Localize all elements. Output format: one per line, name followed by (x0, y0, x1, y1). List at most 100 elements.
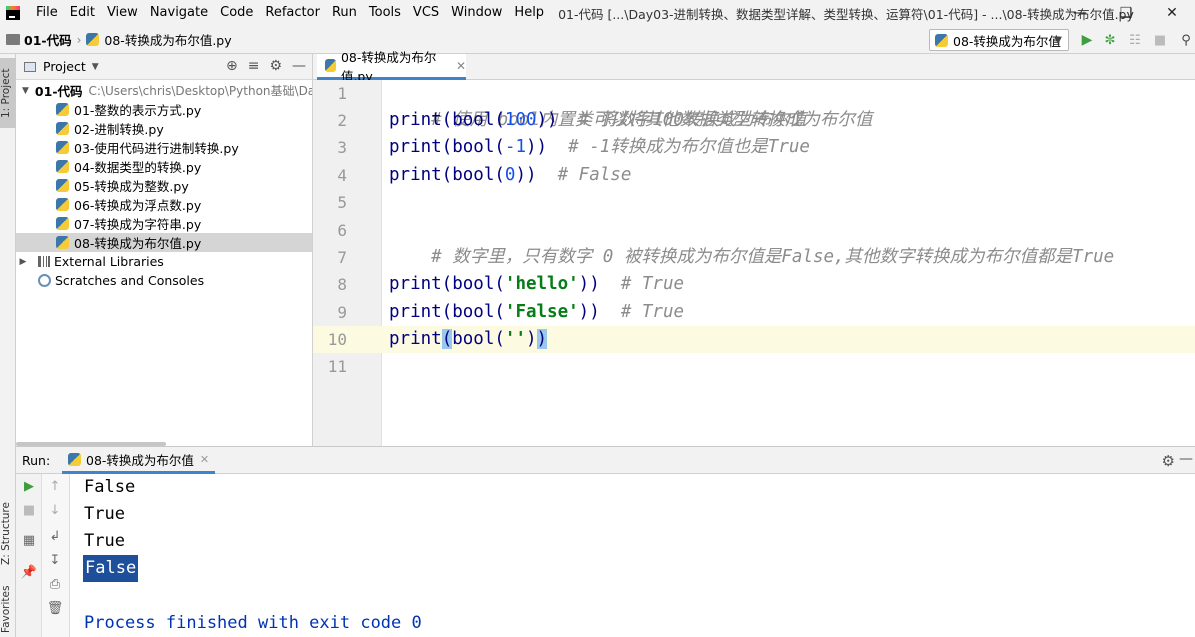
tree-file[interactable]: 06-转换成为浮点数.py (16, 195, 312, 214)
collapse-all-icon[interactable]: ≡ (248, 58, 260, 74)
menu-view[interactable]: View (101, 0, 144, 26)
code-token: bool( (452, 329, 505, 349)
tab-structure[interactable]: Z: Structure (0, 494, 16, 574)
python-file-icon (56, 141, 69, 154)
pycharm-logo-icon (6, 6, 20, 20)
run-tab[interactable]: 08-转换成为布尔值 ✕ (62, 447, 216, 474)
editor-tabs: 08-转换成为布尔值.py ✕ (313, 50, 1195, 84)
hide-icon[interactable]: — (292, 58, 306, 74)
line-number: 9 (337, 303, 347, 322)
library-icon (38, 256, 50, 267)
stop-icon[interactable]: ■ (1151, 31, 1169, 49)
breadcrumb-project[interactable]: 01-代码 (24, 30, 72, 49)
menu-navigate[interactable]: Navigate (144, 0, 214, 26)
tree-file[interactable]: 05-转换成为整数.py (16, 176, 312, 195)
breadcrumb-separator-icon: › (76, 32, 82, 47)
soft-wrap-icon[interactable]: ↲ (42, 526, 68, 548)
project-panel: Project ▼ ⊕ ≡ ⚙ — ▼ 01-代码 C:\Users\chris… (16, 54, 313, 446)
tab-favorites[interactable]: Favorites (0, 582, 16, 637)
tree-file[interactable]: 07-转换成为字符串.py (16, 214, 312, 233)
line-number: 4 (337, 166, 347, 185)
breadcrumb-file[interactable]: 08-转换成为布尔值.py (104, 30, 231, 49)
matched-paren: ( (441, 329, 453, 349)
arrow-up-icon[interactable]: ↑ (42, 476, 68, 498)
coverage-icon[interactable]: ☷ (1126, 31, 1144, 49)
tree-root[interactable]: ▼ 01-代码 C:\Users\chris\Desktop\Python基础\… (16, 81, 312, 100)
stop-icon[interactable]: ■ (16, 500, 42, 522)
tree-file[interactable]: 01-整数的表示方式.py (16, 100, 312, 119)
tree-file[interactable]: 04-数据类型的转换.py (16, 157, 312, 176)
chevron-down-icon[interactable]: ▼ (92, 62, 99, 72)
run-icon[interactable]: ▶ (1078, 31, 1096, 49)
tree-scratches[interactable]: Scratches and Consoles (16, 271, 312, 290)
scroll-to-end-icon[interactable]: ↧ (42, 550, 68, 572)
menu-refactor[interactable]: Refactor (259, 0, 326, 26)
pin-icon[interactable]: 📌 (16, 562, 42, 584)
line-number: 7 (337, 248, 347, 267)
chevron-down-icon: ▼ (1054, 34, 1062, 46)
gear-icon[interactable]: ⚙ (269, 58, 282, 74)
menu-tools[interactable]: Tools (363, 0, 407, 26)
menu-window[interactable]: Window (445, 0, 508, 26)
gear-icon[interactable]: ⚙ (1162, 452, 1175, 470)
code-line-6: # 数字里，只有数字 0 被转换成为布尔值是False,其他数字转换成为布尔值都… (389, 217, 1114, 267)
close-tab-icon[interactable]: ✕ (200, 453, 209, 466)
tree-file-label: 08-转换成为布尔值.py (74, 236, 202, 251)
rerun-icon[interactable]: ▶ (16, 476, 42, 498)
trash-icon[interactable]: 🗑 (42, 598, 68, 620)
line-number: 3 (337, 138, 347, 157)
project-panel-title[interactable]: Project (43, 59, 86, 74)
line-number: 8 (337, 275, 347, 294)
menu-edit[interactable]: Edit (64, 0, 101, 26)
restore-icon[interactable]: ❏ (1103, 0, 1149, 26)
tree-root-name: 01-代码 (34, 84, 83, 99)
arrow-down-icon[interactable]: ↓ (42, 500, 68, 522)
expand-arrow-icon[interactable]: ▶ (16, 257, 30, 267)
tree-file-label: 04-数据类型的转换.py (74, 160, 202, 175)
tree-file-label: 07-转换成为字符串.py (74, 217, 202, 232)
menu-bar: File Edit View Navigate Code Refactor Ru… (0, 0, 1195, 26)
menu-code[interactable]: Code (214, 0, 259, 26)
console-output[interactable]: False True True False Process finished w… (70, 474, 1195, 637)
tree-file-selected[interactable]: 08-转换成为布尔值.py (16, 233, 312, 252)
code-token: print(bool( (389, 110, 505, 130)
menu-help[interactable]: Help (508, 0, 550, 26)
close-icon[interactable]: ✕ (1149, 0, 1195, 26)
code-comment: # False (557, 165, 632, 185)
run-configuration-select[interactable]: 08-转换成为布尔值 ▼ (929, 29, 1069, 51)
line-number: 1 (337, 84, 347, 103)
console-line: True (84, 504, 125, 524)
tree-external-libraries[interactable]: ▶ External Libraries (16, 252, 312, 271)
menu-run[interactable]: Run (326, 0, 363, 26)
code-editor[interactable]: # 使用 bool内置类可以将其他数据类型转换成为布尔值 print(bool(… (382, 80, 1195, 446)
scratches-icon (38, 274, 51, 287)
print-icon[interactable]: ⎙ (42, 574, 68, 596)
close-tab-icon[interactable]: ✕ (456, 59, 466, 73)
code-line-8: print(bool('hello')) # True (389, 271, 684, 298)
search-icon[interactable]: ⚲ (1177, 31, 1195, 49)
minimize-icon[interactable]: — (1057, 0, 1103, 26)
menu-file[interactable]: File (30, 0, 64, 26)
python-file-icon (86, 33, 100, 46)
tab-project[interactable]: 1: Project (0, 58, 16, 128)
tree-file[interactable]: 02-进制转换.py (16, 119, 312, 138)
code-token: )) (578, 274, 621, 294)
expand-arrow-icon[interactable]: ▼ (22, 86, 29, 96)
locate-icon[interactable]: ⊕ (226, 58, 238, 74)
debug-icon[interactable]: ✼ (1101, 31, 1119, 49)
run-configuration-label: 08-转换成为布尔值 (953, 33, 1061, 49)
project-view-icon (24, 61, 36, 72)
tree-file-label: 03-使用代码进行进制转换.py (74, 141, 239, 156)
python-file-icon (56, 198, 69, 211)
tree-file[interactable]: 03-使用代码进行进制转换.py (16, 138, 312, 157)
menu-vcs[interactable]: VCS (407, 0, 445, 26)
code-number: -1 (504, 137, 526, 157)
layout-icon[interactable]: ▦ (16, 530, 42, 552)
code-token: print(bool( (389, 302, 505, 322)
project-tree: ▼ 01-代码 C:\Users\chris\Desktop\Python基础\… (16, 80, 312, 290)
hide-icon[interactable]: — (1179, 451, 1193, 467)
external-libraries-label: External Libraries (54, 254, 164, 269)
code-comment: # 数字里，只有数字 0 被转换成为布尔值是False,其他数字转换成为布尔值都… (431, 247, 1115, 267)
python-file-icon (56, 160, 69, 173)
editor-tab-active[interactable]: 08-转换成为布尔值.py ✕ (317, 50, 466, 84)
